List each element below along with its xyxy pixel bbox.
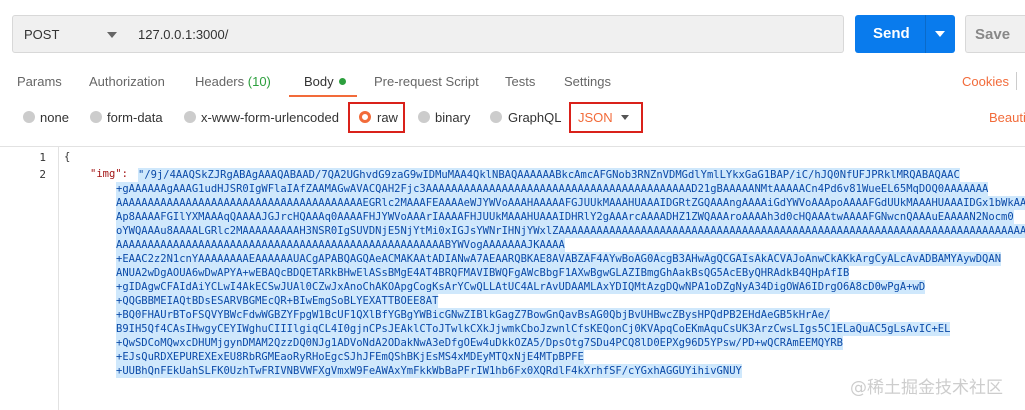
save-label: Save — [975, 26, 1011, 43]
code-line: +UUBhQnFEkUahSLFK0UzhTwFRIVNBVWFXgVmxW9F… — [116, 364, 742, 378]
send-divider — [925, 15, 926, 53]
tab-headers-label: Headers — [195, 74, 245, 89]
tab-settings[interactable]: Settings — [564, 74, 611, 89]
radio-binary[interactable] — [418, 111, 430, 123]
request-tabs: Params Authorization Headers (10) Body P… — [0, 68, 1025, 98]
radio-graphql[interactable] — [490, 111, 502, 123]
send-options-chevron-icon[interactable] — [935, 31, 945, 37]
method-select[interactable]: POST — [12, 15, 127, 53]
method-label: POST — [24, 27, 60, 42]
chevron-down-icon[interactable] — [621, 115, 629, 120]
divider — [1016, 72, 1017, 90]
tab-body[interactable]: Body — [304, 74, 346, 89]
code-line: +EAAC2z2N1cnYAAAAAAAAEAAAAAAUACgAPABQAGQ… — [116, 252, 1002, 266]
radio-urlencoded-label[interactable]: x-www-form-urlencoded — [201, 110, 339, 125]
line-number-gutter: 1 2 — [0, 147, 59, 410]
url-value: 127.0.0.1:3000/ — [138, 27, 229, 42]
url-input[interactable]: 127.0.0.1:3000/ — [126, 15, 844, 53]
radio-none-label[interactable]: none — [40, 110, 69, 125]
body-editor[interactable]: 1 2 { "img": "/9j/4AAQSkZJRgABAgAAAQABAA… — [0, 146, 1025, 410]
code-area[interactable]: { "img": "/9j/4AAQSkZJRgABAgAAAQABAAD/7Q… — [64, 147, 1025, 410]
tab-tests[interactable]: Tests — [505, 74, 535, 89]
radio-form-data[interactable] — [90, 111, 102, 123]
code-line: Ap8AAAAFGIlYXMAAAqQAAAAJGJrcHQAAAq0AAAAF… — [116, 210, 1014, 224]
radio-raw[interactable] — [359, 111, 371, 123]
request-bar: POST 127.0.0.1:3000/ Send Save — [0, 0, 1025, 68]
watermark: @稀土掘金技术社区 — [850, 378, 1003, 398]
code-line: "/9j/4AAQSkZJRgABAgAAAQABAAD/7QA2UGhvdG9… — [138, 168, 960, 182]
code-line: oYWQAAAu8AAAALGRlc2MAAAAAAAAAH3NSR0IgSUV… — [116, 224, 1025, 238]
radio-graphql-label[interactable]: GraphQL — [508, 110, 561, 125]
format-select[interactable]: JSON — [578, 110, 613, 125]
code-line: +gIDAgwCFAIdAiYCLwI4AkECSwJUAl0CZwJxAnoC… — [116, 280, 926, 294]
line-number: 2 — [39, 168, 46, 181]
code-line: ANUA2wDgAOUA6wDwAPYA+wEBAQcBDQETARkBHwEl… — [116, 266, 850, 280]
radio-raw-label[interactable]: raw — [377, 110, 398, 125]
tab-body-label: Body — [304, 74, 334, 89]
radio-binary-label[interactable]: binary — [435, 110, 470, 125]
tab-headers[interactable]: Headers (10) — [195, 74, 271, 89]
radio-urlencoded[interactable] — [184, 111, 196, 123]
code-line: +EJsQuRDXEPUREXExEU8RbRGMEaoRyRHoEgcSJhJ… — [116, 350, 584, 364]
body-active-dot-icon — [338, 78, 346, 86]
save-button[interactable]: Save — [965, 15, 1025, 53]
active-tab-indicator — [289, 95, 357, 97]
cookies-link[interactable]: Cookies — [962, 74, 1009, 89]
radio-form-data-label[interactable]: form-data — [107, 110, 163, 125]
headers-count-badge: (10) — [247, 74, 271, 89]
open-brace: { — [64, 151, 71, 163]
code-line: +gAAAAAAgAAAG1udHJSR0IgWFlaIAfZAAMAGwAVA… — [116, 182, 989, 196]
code-line: +QQGBBMEIAQtBDsESARVBGMEcQR+BIwEmgSoBLYE… — [116, 294, 439, 308]
code-line: AAAAAAAAAAAAAAAAAAAAAAAAAAAAAAAAAAAAAAAA… — [116, 238, 565, 252]
code-line: B9IH5Qf4CAsIHwgyCEYIWghuCIIIlgiqCL4I0gjn… — [116, 322, 951, 336]
tab-params[interactable]: Params — [17, 74, 62, 89]
code-line: +QwSDCoMQwxcDHUMjgynDMAM2QzzDQ0NJg1ADVoN… — [116, 336, 843, 350]
chevron-down-icon — [107, 32, 117, 38]
radio-none[interactable] — [23, 111, 35, 123]
tab-authorization[interactable]: Authorization — [89, 74, 165, 89]
send-button[interactable]: Send — [855, 15, 955, 53]
line-number: 1 — [39, 151, 46, 164]
body-type-options: none form-data x-www-form-urlencoded raw… — [0, 100, 1025, 136]
tab-pre-request-script[interactable]: Pre-request Script — [374, 74, 479, 89]
code-line: +BQ0FHAUrBToFSQVYBWcFdwWGBZYFpgW1BcUF1QX… — [116, 308, 831, 322]
code-line: AAAAAAAAAAAAAAAAAAAAAAAAAAAAAAAAAAAAAAAE… — [116, 196, 1025, 210]
beautify-link[interactable]: Beautif — [989, 110, 1025, 125]
send-label: Send — [873, 25, 910, 42]
